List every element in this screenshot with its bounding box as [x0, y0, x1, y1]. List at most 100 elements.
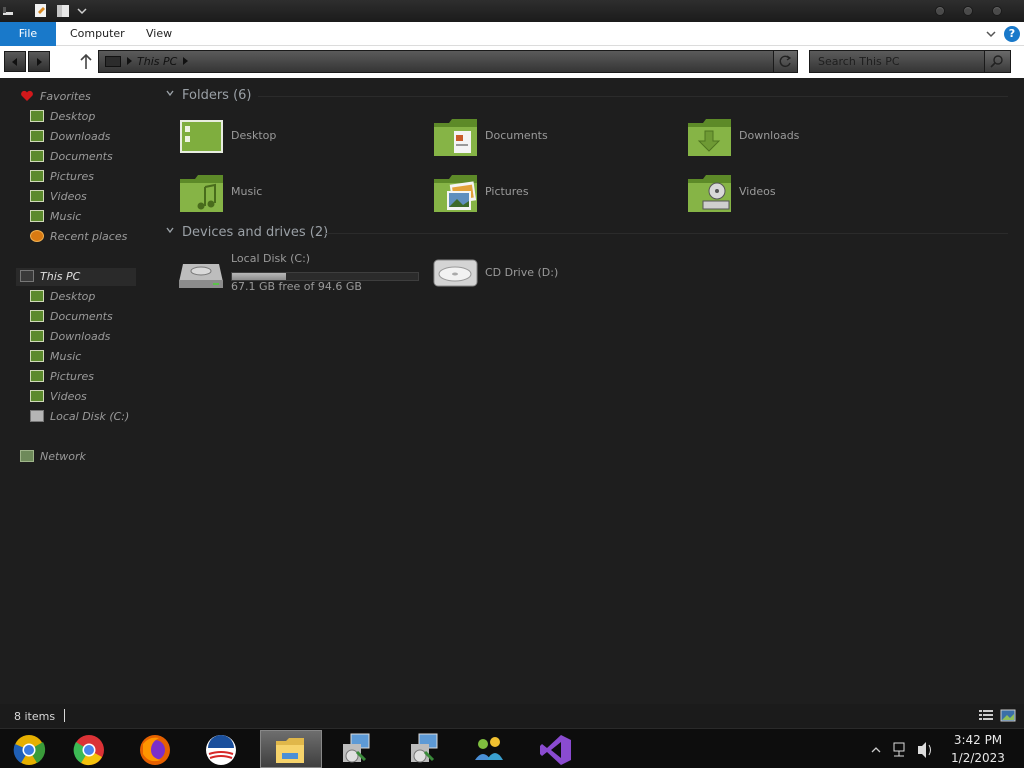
clock-time[interactable]: 3:42 PM	[944, 733, 1012, 747]
navigation-bar: This PC	[0, 46, 1024, 78]
folder-downloads[interactable]: Downloads	[687, 117, 917, 163]
heart-icon	[20, 90, 34, 102]
taskbar-setup-installer-2[interactable]	[394, 730, 456, 768]
sidebar-item-label: Desktop	[50, 110, 96, 123]
sidebar-item-label: Videos	[50, 190, 87, 203]
sidebar-item-favorites[interactable]: Favorites	[20, 88, 91, 106]
new-folder-icon[interactable]	[56, 3, 70, 18]
search-box[interactable]	[809, 50, 1011, 73]
properties-icon[interactable]	[34, 3, 48, 18]
taskbar-visual-studio[interactable]	[526, 730, 588, 768]
sidebar-item-label: Local Disk (C:)	[50, 410, 130, 423]
downloads-folder-icon	[30, 130, 44, 142]
up-arrow-icon[interactable]	[78, 52, 94, 72]
sidebar-item-label: Pictures	[50, 170, 95, 183]
sidebar-item-pc-pictures[interactable]: Pictures	[30, 368, 94, 386]
sidebar-item-pc-videos[interactable]: Videos	[30, 388, 87, 406]
large-icons-view-icon[interactable]	[1000, 709, 1016, 722]
address-bar[interactable]: This PC	[98, 50, 798, 73]
show-hidden-icons-chevron-icon[interactable]	[871, 747, 881, 753]
help-icon[interactable]: ?	[1004, 26, 1020, 42]
sidebar-item-fav-music[interactable]: Music	[30, 208, 81, 226]
search-icon[interactable]	[984, 51, 1010, 72]
drive-cd-d[interactable]: CD Drive (D:)	[433, 252, 663, 298]
taskbar-chrome-canary[interactable]	[0, 730, 62, 768]
visual-studio-icon	[540, 735, 571, 765]
sidebar-item-label: Pictures	[50, 370, 95, 383]
music-folder-icon	[30, 350, 44, 362]
folder-music[interactable]: Music	[179, 173, 409, 219]
taskbar-setup-installer[interactable]	[326, 730, 388, 768]
taskbar-people-app[interactable]	[460, 730, 522, 768]
folder-documents[interactable]: Documents	[433, 117, 663, 163]
sidebar-item-pc-downloads[interactable]: Downloads	[30, 328, 110, 346]
minimize-button[interactable]	[935, 6, 945, 16]
downloads-folder-icon	[30, 330, 44, 342]
folder-label: Documents	[485, 129, 548, 142]
sidebar-item-label: Downloads	[50, 130, 111, 143]
tab-computer[interactable]: Computer	[62, 22, 133, 46]
devices-group-header[interactable]: Devices and drives (2)	[166, 225, 328, 240]
group-title: Folders (6)	[182, 88, 252, 103]
chrome-canary-icon	[13, 735, 46, 765]
details-view-icon[interactable]	[978, 709, 994, 722]
sidebar-item-recent-places[interactable]: Recent places	[30, 228, 127, 246]
sidebar-item-fav-pictures[interactable]: Pictures	[30, 168, 94, 186]
hard-drive-icon	[30, 410, 44, 422]
group-title: Devices and drives (2)	[182, 225, 329, 240]
file-tab[interactable]: File	[0, 22, 56, 46]
sidebar-item-pc-desktop[interactable]: Desktop	[30, 288, 95, 306]
sidebar-item-label: Documents	[50, 310, 113, 323]
tab-view[interactable]: View	[138, 22, 180, 46]
folder-label: Downloads	[739, 129, 800, 142]
breadcrumb-this-pc[interactable]: This PC	[137, 55, 177, 68]
sidebar-item-fav-desktop[interactable]: Desktop	[30, 108, 95, 126]
hard-drive-icon	[179, 264, 223, 288]
taskbar-firefox[interactable]	[126, 730, 188, 768]
folders-group-header[interactable]: Folders (6)	[166, 88, 252, 103]
cd-drive-icon	[433, 259, 478, 287]
taskbar-file-explorer[interactable]	[260, 730, 322, 768]
clock-date[interactable]: 1/2/2023	[944, 751, 1012, 765]
sidebar-item-fav-documents[interactable]: Documents	[30, 148, 113, 166]
taskbar-obama-logo-app[interactable]	[192, 730, 254, 768]
expand-ribbon-chevron-icon[interactable]	[984, 27, 998, 41]
drive-free-space: 67.1 GB free of 94.6 GB	[231, 280, 362, 293]
volume-icon[interactable]	[918, 742, 931, 758]
sidebar-item-network[interactable]: Network	[20, 448, 86, 466]
folder-label: Pictures	[485, 185, 529, 198]
music-folder-icon	[30, 210, 44, 222]
folder-label: Desktop	[231, 129, 277, 142]
system-tray	[868, 729, 938, 768]
group-divider	[258, 96, 1008, 97]
breadcrumb-arrow-icon[interactable]	[127, 57, 132, 65]
videos-folder-icon	[688, 175, 731, 212]
sidebar-item-pc-documents[interactable]: Documents	[30, 308, 113, 326]
folder-videos[interactable]: Videos	[687, 173, 917, 219]
sidebar-item-fav-videos[interactable]: Videos	[30, 188, 87, 206]
sidebar-item-fav-downloads[interactable]: Downloads	[30, 128, 110, 146]
folder-desktop[interactable]: Desktop	[179, 117, 409, 163]
maximize-button[interactable]	[963, 6, 973, 16]
sidebar-item-pc-music[interactable]: Music	[30, 348, 81, 366]
close-button[interactable]	[992, 6, 1002, 16]
documents-folder-icon	[434, 119, 477, 156]
refresh-button[interactable]	[773, 51, 797, 72]
drive-local-disk-c[interactable]: Local Disk (C:) 67.1 GB free of 94.6 GB	[179, 252, 429, 298]
forward-button[interactable]	[28, 51, 50, 72]
system-menu-icon[interactable]	[2, 3, 16, 18]
customize-toolbar-chevron-icon[interactable]	[76, 3, 90, 18]
status-divider	[64, 709, 65, 722]
back-button[interactable]	[4, 51, 26, 72]
breadcrumb-arrow-icon[interactable]	[183, 57, 188, 65]
network-icon[interactable]	[893, 742, 905, 757]
group-divider	[326, 233, 1008, 234]
obama-logo-icon	[206, 735, 236, 765]
search-input[interactable]	[810, 51, 986, 72]
taskbar-chrome[interactable]	[60, 730, 122, 768]
sidebar-item-pc-local-disk[interactable]: Local Disk (C:)	[30, 408, 129, 426]
desktop-icon	[30, 110, 44, 122]
desktop-folder-icon	[180, 120, 223, 153]
sidebar-item-this-pc[interactable]: This PC	[16, 268, 136, 286]
folder-pictures[interactable]: Pictures	[433, 173, 663, 219]
